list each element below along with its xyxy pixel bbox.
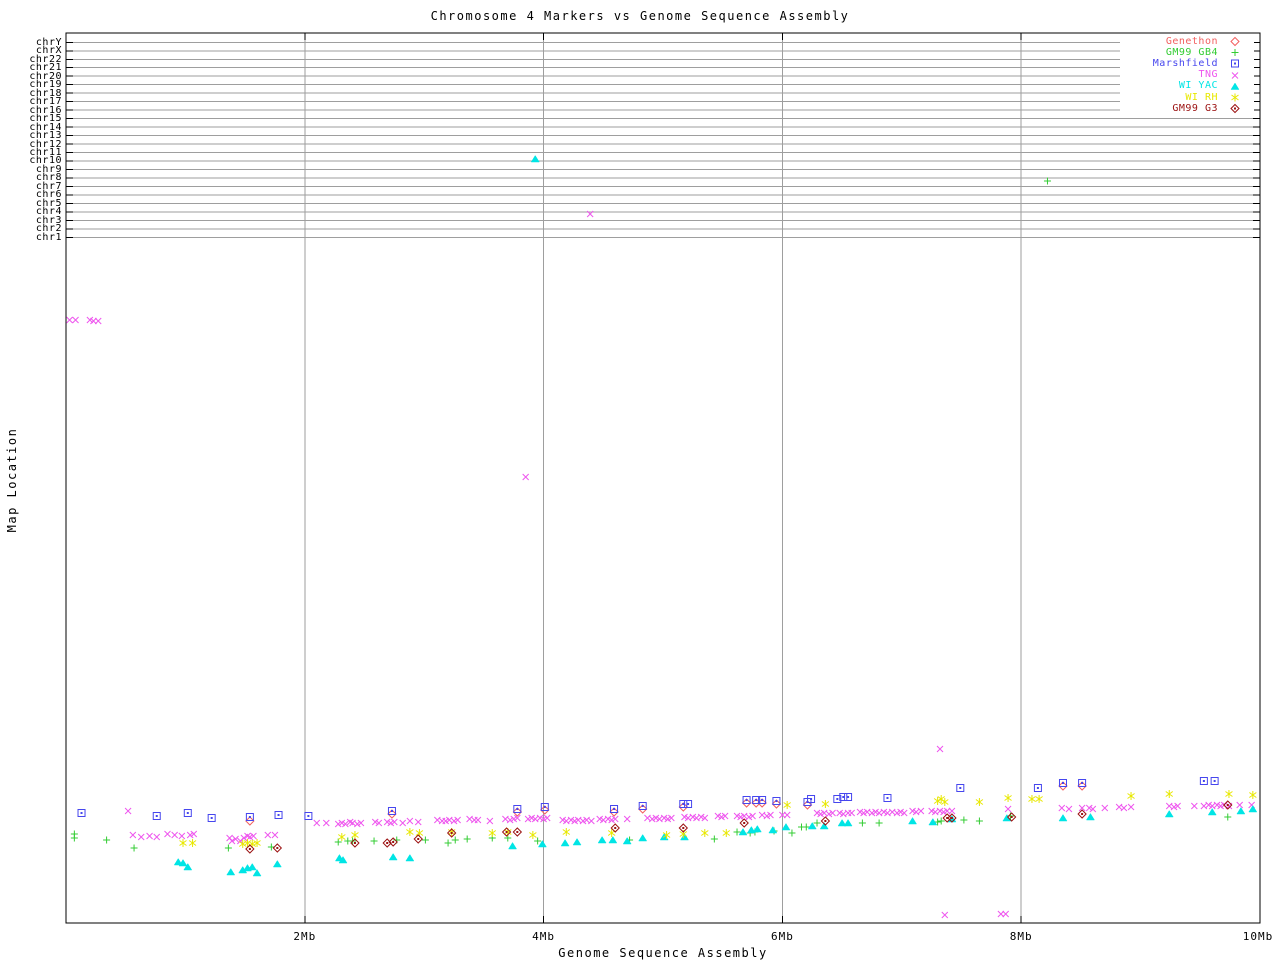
cross-icon xyxy=(1218,70,1252,81)
x-tick-label-4mb: 4Mb xyxy=(532,930,556,943)
x-tick-label-10mb: 10Mb xyxy=(1242,930,1274,943)
x-tick-label-2mb: 2Mb xyxy=(293,930,317,943)
legend-item-marshfield: Marshfield xyxy=(1132,58,1252,69)
legend-item-wi-rh: WI RH xyxy=(1132,92,1252,103)
legend-label: GM99 GB4 xyxy=(1165,46,1218,58)
series-gm99-gb4 xyxy=(70,177,1232,852)
legend-item-gm99-g3: GM99 G3 xyxy=(1132,103,1252,114)
plot-area xyxy=(65,32,1261,924)
legend-item-wi-yac: WI YAC xyxy=(1132,81,1252,92)
legend-label: TNG xyxy=(1198,69,1218,81)
series-gm99-g3 xyxy=(245,800,1233,854)
legend-label: Marshfield xyxy=(1152,57,1218,69)
series-marshfield xyxy=(77,777,1219,822)
square-dot-icon xyxy=(1218,58,1252,69)
legend-label: WI RH xyxy=(1185,91,1218,103)
legend-label: Genethon xyxy=(1165,35,1218,47)
plus-icon xyxy=(1218,47,1252,58)
series-tng xyxy=(66,210,1255,919)
legend-item-tng: TNG xyxy=(1132,70,1252,81)
y-axis-label-chr1: chr1 xyxy=(35,231,62,243)
star-icon xyxy=(1218,92,1252,103)
legend-item-genethon: Genethon xyxy=(1132,36,1252,47)
open-diamond-icon xyxy=(1218,36,1252,47)
chart-canvas: Chromosome 4 Markers vs Genome Sequence … xyxy=(0,0,1280,960)
legend-item-gm99-gb4: GM99 GB4 xyxy=(1132,47,1252,58)
series-wi-yac xyxy=(173,155,1258,877)
triangle-icon xyxy=(1218,81,1252,92)
x-tick-label-6mb: 6Mb xyxy=(770,930,794,943)
series-wi-rh xyxy=(179,790,1257,848)
legend-label: GM99 G3 xyxy=(1172,102,1218,114)
diamond-dot-icon xyxy=(1218,103,1252,114)
legend: Genethon GM99 GB4 Marshfield TNG WI YAC WI RH… xyxy=(1120,35,1254,117)
x-tick-label-8mb: 8Mb xyxy=(1009,930,1033,943)
legend-label: WI YAC xyxy=(1178,80,1218,92)
